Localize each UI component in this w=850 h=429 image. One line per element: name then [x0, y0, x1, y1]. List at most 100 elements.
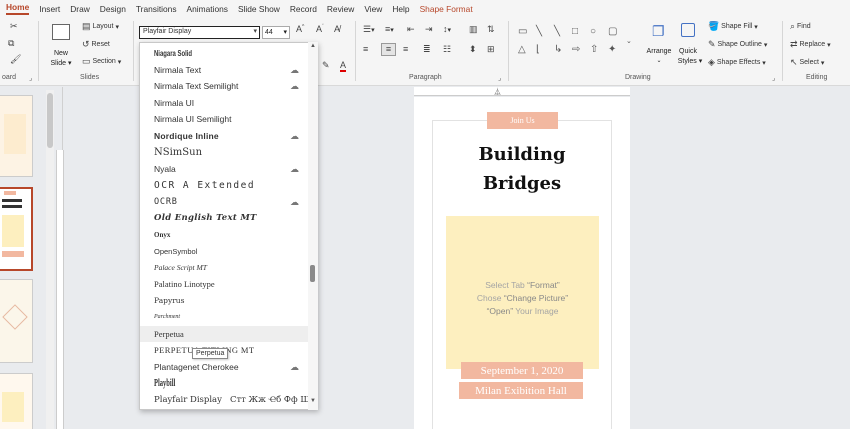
- shape-fill-button[interactable]: 🪣 Shape Fill ▾: [708, 22, 758, 31]
- increase-font-size-icon[interactable]: A^: [296, 25, 304, 34]
- event-date[interactable]: September 1, 2020: [461, 362, 583, 379]
- tab-insert[interactable]: Insert: [39, 4, 60, 14]
- rounded-rectangle-icon[interactable]: ▢: [608, 25, 617, 39]
- font-option-opensymbol[interactable]: OpenSymbol: [140, 243, 308, 260]
- reset-button[interactable]: ↺ Reset: [82, 40, 110, 49]
- font-option-nirmala-text[interactable]: Nirmala Text: [140, 62, 308, 79]
- font-option-nyala[interactable]: Nyala: [140, 161, 308, 178]
- copy-icon[interactable]: ⧉: [8, 39, 14, 48]
- font-option-onyx[interactable]: Onyx: [140, 227, 308, 244]
- format-painter-icon[interactable]: 🖌: [10, 55, 21, 64]
- align-left-icon[interactable]: ≡: [363, 45, 368, 54]
- font-list-scrollbar-track[interactable]: [308, 42, 318, 410]
- chevron-down-icon[interactable]: ▾: [283, 27, 287, 38]
- section-button[interactable]: ▭ Section ▾: [82, 57, 121, 66]
- scroll-up-icon[interactable]: ▲: [310, 43, 316, 49]
- bullets-icon[interactable]: ☰ ▾: [363, 25, 375, 34]
- smartart-icon[interactable]: ⊞: [487, 45, 495, 54]
- slide-thumbnail[interactable]: [0, 373, 33, 429]
- font-color-icon[interactable]: A: [340, 61, 347, 72]
- font-option-niagara-solid[interactable]: Niagara Solid: [140, 45, 308, 62]
- font-option-papyrus[interactable]: Papyrus: [140, 293, 308, 310]
- scroll-down-icon[interactable]: ▼: [310, 398, 316, 404]
- slide-thumbnail-selected[interactable]: [0, 187, 33, 271]
- tab-animations[interactable]: Animations: [187, 4, 228, 14]
- font-option-nordique-inline[interactable]: Nordique Inline: [140, 128, 308, 145]
- decrease-indent-icon[interactable]: ⇤: [407, 25, 415, 34]
- cut-icon[interactable]: ✂: [10, 22, 18, 31]
- font-option-playbill[interactable]: Playbill: [140, 375, 308, 392]
- highlight-color-icon[interactable]: ✎: [322, 61, 330, 70]
- tab-shape-format[interactable]: Shape Format: [420, 4, 473, 14]
- columns-icon[interactable]: ▥: [469, 25, 478, 34]
- decrease-font-size-icon[interactable]: Aˇ: [316, 25, 324, 34]
- paragraph-launcher-icon[interactable]: ⌟: [498, 74, 501, 82]
- chevron-down-icon[interactable]: ⌄: [626, 35, 632, 49]
- tab-home[interactable]: Home: [6, 2, 30, 15]
- connector-icon[interactable]: ↳: [554, 43, 562, 57]
- arrow-up-icon[interactable]: ⇧: [590, 43, 598, 57]
- drawing-launcher-icon[interactable]: ⌟: [772, 74, 775, 82]
- font-option-nsimsun[interactable]: NSimSun: [140, 144, 308, 161]
- event-venue[interactable]: Milan Exibition Hall: [459, 382, 583, 399]
- tab-view[interactable]: View: [364, 4, 382, 14]
- title-line-2[interactable]: Bridges: [432, 173, 612, 194]
- font-option-nirmala-ui-semilight[interactable]: Nirmala UI Semilight: [140, 111, 308, 128]
- rectangle-icon[interactable]: □: [572, 25, 578, 39]
- tab-draw[interactable]: Draw: [70, 4, 90, 14]
- font-option-nirmala-ui[interactable]: Nirmala UI: [140, 95, 308, 112]
- align-right-icon[interactable]: ≡: [403, 45, 408, 54]
- find-button[interactable]: ⌕ Find: [790, 22, 811, 31]
- font-option-ocr-a-extended[interactable]: OCR A Extended: [140, 177, 308, 194]
- tab-review[interactable]: Review: [327, 4, 354, 14]
- line-icon[interactable]: ╲: [536, 25, 542, 39]
- shape-effects-button[interactable]: ◈ Shape Effects ▾: [708, 58, 766, 67]
- justify-icon[interactable]: ≣: [423, 45, 431, 54]
- tab-stop-icon[interactable]: ⏅: [494, 87, 501, 97]
- numbering-icon[interactable]: ≡ ▾: [385, 25, 394, 34]
- tab-design[interactable]: Design: [100, 4, 126, 14]
- font-option-old-english-text-mt[interactable]: Old English Text MT: [140, 210, 308, 227]
- clear-formatting-icon[interactable]: A̸: [334, 25, 340, 34]
- font-size-input[interactable]: 44 ▾: [262, 26, 290, 39]
- arrange-button[interactable]: ❐ Arrange ⌄: [646, 21, 672, 69]
- tab-record[interactable]: Record: [290, 4, 317, 14]
- slide-thumbnail[interactable]: [0, 279, 33, 363]
- font-option-plantagenet-cherokee[interactable]: Plantagenet Cherokee: [140, 359, 308, 376]
- slide-thumbnail[interactable]: [0, 95, 33, 177]
- text-direction-icon[interactable]: ⇅: [487, 25, 495, 34]
- tab-transitions[interactable]: Transitions: [136, 4, 177, 14]
- distributed-icon[interactable]: ☷: [443, 45, 451, 54]
- font-option-palatino-linotype[interactable]: Palatino Linotype: [140, 276, 308, 293]
- oval-icon[interactable]: ○: [590, 25, 596, 39]
- connector-icon[interactable]: ⌊: [536, 43, 540, 57]
- increase-indent-icon[interactable]: ⇥: [425, 25, 433, 34]
- font-option-parchment[interactable]: Parchment: [140, 309, 308, 326]
- clipboard-launcher-icon[interactable]: ⌟: [29, 74, 32, 82]
- font-option-perpetua[interactable]: Perpetua: [140, 325, 308, 342]
- chevron-down-icon[interactable]: ▾: [253, 27, 257, 37]
- shapes-gallery[interactable]: ▭ ╲ ╲ □ ○ ▢ △ ⌊ ↳ ⇨ ⇧ ✦ ⌄: [516, 23, 632, 67]
- shape-outline-button[interactable]: ✎ Shape Outline ▾: [708, 40, 767, 49]
- quick-styles-button[interactable]: Quick Styles ▾: [676, 21, 702, 69]
- font-option-playfair-display[interactable]: Playfair Display Стт Жж Ҽб Фф Шш: [140, 392, 308, 409]
- font-option-nirmala-text-semilight[interactable]: Nirmala Text Semilight: [140, 78, 308, 95]
- font-list-scrollbar-thumb[interactable]: [310, 265, 315, 282]
- layout-button[interactable]: ▤ Layout ▾: [82, 22, 119, 31]
- font-option-ocrb[interactable]: OCRB: [140, 194, 308, 211]
- line-icon[interactable]: ╲: [554, 25, 560, 39]
- new-slide-button[interactable]: New Slide ▾: [48, 22, 74, 70]
- thumbnails-scrollbar-thumb[interactable]: [47, 93, 53, 148]
- align-center-icon[interactable]: ≡: [381, 43, 396, 56]
- rectangle-icon[interactable]: ▭: [518, 25, 527, 39]
- more-shapes-icon[interactable]: ✦: [608, 43, 616, 57]
- replace-button[interactable]: ⇄ Replace ▾: [790, 40, 831, 49]
- tab-help[interactable]: Help: [392, 4, 409, 14]
- arrow-right-icon[interactable]: ⇨: [572, 43, 580, 57]
- align-text-icon[interactable]: ⬍: [469, 45, 477, 54]
- title-line-1[interactable]: Building: [432, 144, 612, 165]
- triangle-icon[interactable]: △: [518, 43, 526, 57]
- font-name-input[interactable]: Playfair Display ▾: [139, 26, 260, 39]
- select-button[interactable]: ↖ Select ▾: [790, 58, 824, 67]
- join-us-badge[interactable]: Join Us: [487, 112, 558, 129]
